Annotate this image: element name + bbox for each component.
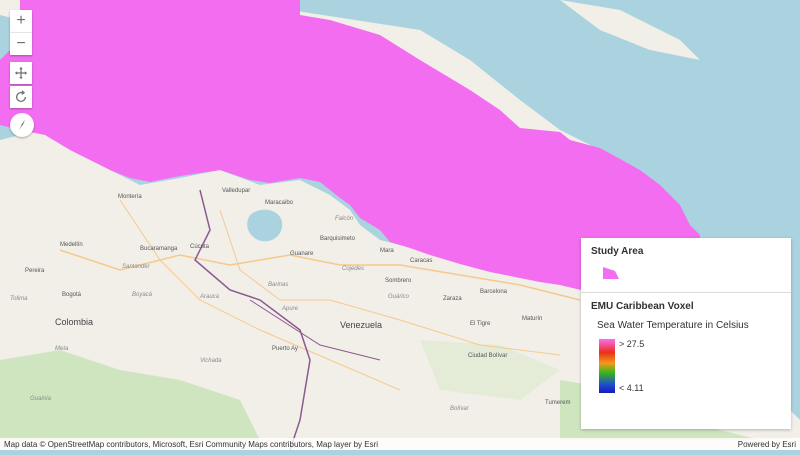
map-label: Tumerem xyxy=(545,400,570,406)
map-label: Zaraza xyxy=(443,296,462,302)
legend-title-study-area: Study Area xyxy=(591,246,644,257)
zoom-out-button[interactable]: − xyxy=(10,33,32,55)
map-label: Bolívar xyxy=(450,406,470,412)
powered-by[interactable]: Powered by Esri xyxy=(738,440,796,449)
map-label: Ciudad Bolívar xyxy=(468,353,507,359)
map-label: Venezuela xyxy=(340,320,382,330)
rotate-button[interactable] xyxy=(10,86,32,108)
map-label: Bucaramanga xyxy=(140,246,178,252)
compass-button[interactable] xyxy=(10,113,34,137)
map-label: Apure xyxy=(281,306,299,312)
map-label: Guárico xyxy=(388,294,410,300)
pan-icon xyxy=(14,66,28,80)
rotate-control xyxy=(10,86,32,108)
legend-study-area: Study Area xyxy=(581,238,791,292)
compass-icon xyxy=(19,120,25,130)
map-label: Colombia xyxy=(55,317,93,327)
legend-title-voxel: EMU Caribbean Voxel xyxy=(591,301,694,312)
ramp-max-label: > 27.5 xyxy=(619,339,645,349)
map-label: Maturín xyxy=(522,316,542,322)
map-label: El Tigre xyxy=(470,321,491,327)
attribution-text: Map data © OpenStreetMap contributors, M… xyxy=(4,439,379,449)
map-label: Bogotá xyxy=(62,292,82,298)
map-label: Montería xyxy=(118,194,142,200)
map-label: Boyacá xyxy=(132,292,153,298)
map-label: Arauca xyxy=(199,294,220,300)
zoom-controls: + − xyxy=(10,10,32,55)
study-area-swatch xyxy=(603,267,619,279)
map-label: Barquisimeto xyxy=(320,236,356,242)
map-label: Cojedes xyxy=(342,266,364,272)
legend-panel: Study Area EMU Caribbean Voxel Sea Water… xyxy=(581,238,791,429)
map-label: Barinas xyxy=(268,282,288,288)
map-label: Valledupar xyxy=(222,188,250,194)
map-label: Sombrero xyxy=(385,278,412,284)
map-label: Guainía xyxy=(30,396,52,402)
map-label: Santander xyxy=(122,264,151,270)
map-label: Maracaibo xyxy=(265,200,294,206)
map-label: Pereira xyxy=(25,268,45,274)
map-label: Medellín xyxy=(60,242,83,248)
color-ramp-row: > 27.5 < 4.11 xyxy=(599,339,781,393)
ramp-min-label: < 4.11 xyxy=(619,383,644,393)
map-label: Vichada xyxy=(200,358,222,364)
rotate-icon xyxy=(15,90,27,103)
map-label: Falcón xyxy=(335,216,354,222)
map-label: Mara xyxy=(380,248,394,254)
legend-ramp-caption: Sea Water Temperature in Celsius xyxy=(597,320,749,331)
pan-button[interactable] xyxy=(10,62,32,84)
minus-icon: − xyxy=(16,35,26,52)
map-label: Puerto Ay xyxy=(272,346,298,352)
map-label: Caracas xyxy=(410,258,432,264)
color-ramp xyxy=(599,339,615,393)
map-label: Cúcuta xyxy=(190,244,210,250)
zoom-in-button[interactable]: + xyxy=(10,10,32,33)
map-label: Barcelona xyxy=(480,289,508,295)
attribution-bar: Map data © OpenStreetMap contributors, M… xyxy=(0,438,800,450)
navigation-mode-controls xyxy=(10,62,32,84)
plus-icon: + xyxy=(16,12,26,29)
map-label: Guanare xyxy=(290,251,314,257)
map-label: Meta xyxy=(55,346,69,352)
legend-voxel: EMU Caribbean Voxel Sea Water Temperatur… xyxy=(581,293,791,401)
ramp-labels: > 27.5 < 4.11 xyxy=(619,339,644,393)
map-label: Tolima xyxy=(10,296,28,302)
